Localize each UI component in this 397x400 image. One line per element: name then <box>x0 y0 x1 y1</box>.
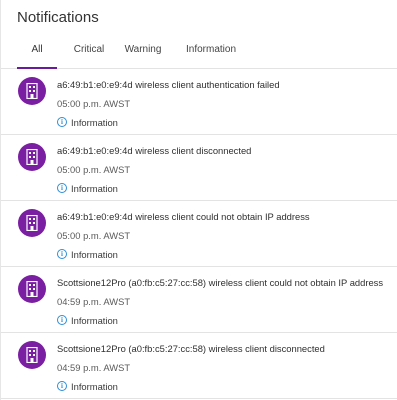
tab-critical[interactable]: Critical <box>69 44 109 55</box>
notification-time: 05:00 p.m. AWST <box>57 164 131 175</box>
building-icon <box>18 341 46 369</box>
notification-item[interactable]: a6:49:b1:e0:e9:4d wireless client authen… <box>1 69 397 135</box>
notification-message: a6:49:b1:e0:e9:4d wireless client discon… <box>57 145 252 156</box>
info-icon: i <box>57 183 67 193</box>
severity-badge: i Information <box>57 314 118 326</box>
severity-badge: i Information <box>57 380 118 392</box>
notification-time: 04:59 p.m. AWST <box>57 296 131 307</box>
info-icon: i <box>57 315 67 325</box>
notification-message: a6:49:b1:e0:e9:4d wireless client authen… <box>57 79 280 90</box>
severity-label: Information <box>71 380 118 392</box>
severity-label: Information <box>71 116 118 128</box>
info-icon: i <box>57 117 67 127</box>
severity-badge: i Information <box>57 248 118 260</box>
building-icon <box>18 275 46 303</box>
tab-bar: All Critical Warning Information <box>1 41 397 69</box>
notification-message: Scottsione12Pro (a0:fb:c5:27:cc:58) wire… <box>57 343 325 354</box>
page-title: Notifications <box>17 9 99 26</box>
notification-item[interactable]: Scottsione12Pro (a0:fb:c5:27:cc:58) wire… <box>1 333 397 399</box>
info-icon: i <box>57 249 67 259</box>
severity-label: Information <box>71 248 118 260</box>
severity-label: Information <box>71 182 118 194</box>
notification-time: 05:00 p.m. AWST <box>57 98 131 109</box>
severity-badge: i Information <box>57 116 118 128</box>
notification-time: 05:00 p.m. AWST <box>57 230 131 241</box>
notification-message: a6:49:b1:e0:e9:4d wireless client could … <box>57 211 310 222</box>
notification-time: 04:59 p.m. AWST <box>57 362 131 373</box>
tab-information[interactable]: Information <box>182 44 240 55</box>
building-icon <box>18 77 46 105</box>
notification-item[interactable]: a6:49:b1:e0:e9:4d wireless client could … <box>1 201 397 267</box>
notification-item[interactable]: a6:49:b1:e0:e9:4d wireless client discon… <box>1 135 397 201</box>
building-icon <box>18 143 46 171</box>
notification-message: Scottsione12Pro (a0:fb:c5:27:cc:58) wire… <box>57 277 384 288</box>
tab-warning[interactable]: Warning <box>123 44 163 55</box>
building-icon <box>18 209 46 237</box>
notifications-panel: Notifications All Critical Warning Infor… <box>0 0 397 400</box>
info-icon: i <box>57 381 67 391</box>
notification-item[interactable]: Scottsione12Pro (a0:fb:c5:27:cc:58) wire… <box>1 267 397 333</box>
severity-label: Information <box>71 314 118 326</box>
tab-all[interactable]: All <box>17 44 57 55</box>
severity-badge: i Information <box>57 182 118 194</box>
